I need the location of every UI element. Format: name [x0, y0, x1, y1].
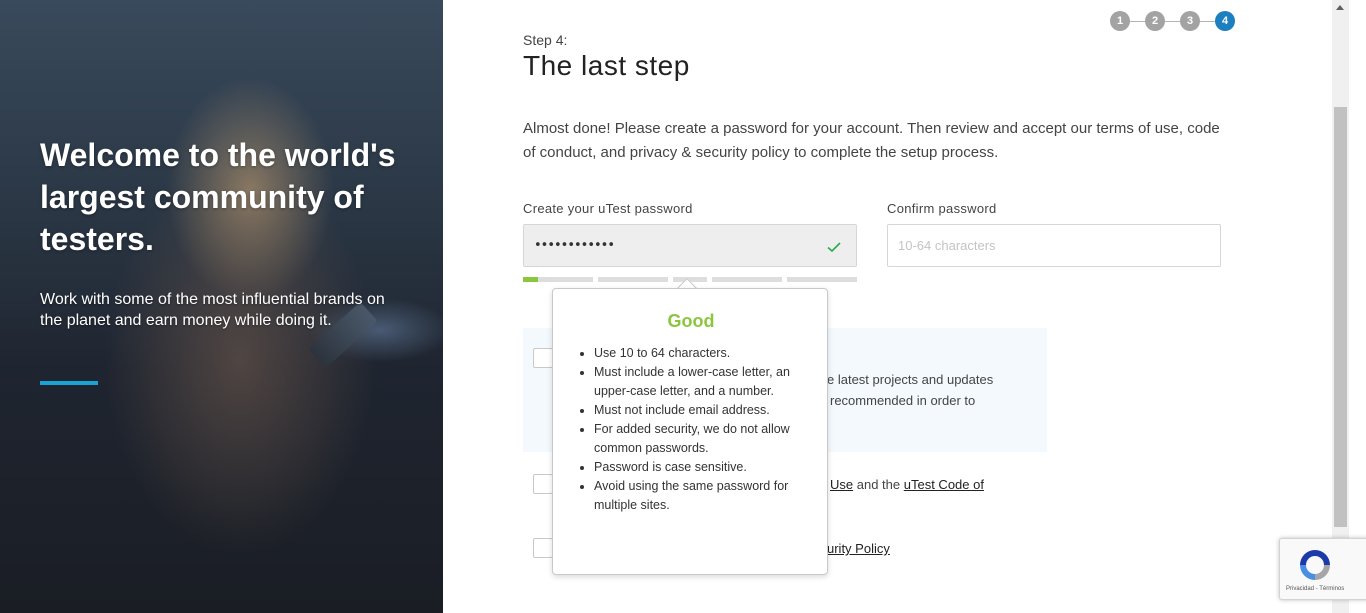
newsletter-text-line2: recommended in order to [830, 393, 976, 408]
step-3: 3 [1180, 11, 1200, 31]
terms-checkbox[interactable] [533, 474, 553, 494]
privacy-text: urity Policy [827, 538, 890, 559]
password-rule: For added security, we do not allow comm… [594, 420, 807, 458]
password-rule: Must not include email address. [594, 401, 807, 420]
newsletter-text-line1: e latest projects and updates [827, 372, 994, 387]
recaptcha-icon [1300, 550, 1330, 580]
step-2: 2 [1145, 11, 1165, 31]
recaptcha-badge[interactable]: Privacidad - Términos [1279, 538, 1366, 600]
strength-segment [598, 277, 668, 282]
hero-panel: Welcome to the world's largest community… [0, 0, 443, 613]
scroll-up-arrow-icon[interactable] [1336, 5, 1344, 10]
privacy-policy-link[interactable]: urity Policy [827, 541, 890, 556]
page-title: The last step [523, 50, 690, 81]
password-rule: Use 10 to 64 characters. [594, 344, 807, 363]
password-rule: Avoid using the same password for multip… [594, 477, 807, 515]
password-rules-tooltip: Good Use 10 to 64 characters. Must inclu… [552, 288, 828, 575]
password-label: Create your uTest password [523, 201, 693, 216]
confirm-password-input[interactable] [887, 224, 1221, 267]
strength-segment [712, 277, 782, 282]
page-scrollbar[interactable] [1332, 0, 1349, 613]
step-indicator: 1 2 3 4 [1110, 10, 1235, 32]
check-icon [827, 242, 841, 253]
hero-subtitle: Work with some of the most influential b… [40, 291, 385, 329]
newsletter-checkbox[interactable] [533, 348, 553, 368]
strength-segment [787, 277, 857, 282]
recaptcha-links[interactable]: Privacidad - Términos [1286, 586, 1344, 592]
hero-accent-bar [40, 381, 98, 385]
terms-text: Use and the uTest Code of [830, 474, 984, 495]
step-1: 1 [1110, 11, 1130, 31]
step-connector [1130, 20, 1145, 22]
step-connector [1165, 20, 1180, 22]
password-rule: Must include a lower-case letter, an upp… [594, 363, 807, 401]
intro-text: Almost done! Please create a password fo… [523, 120, 1220, 161]
password-rule: Password is case sensitive. [594, 458, 807, 477]
confirm-password-label: Confirm password [887, 201, 997, 216]
step-4-active: 4 [1215, 11, 1235, 31]
terms-of-use-link[interactable]: Use [830, 477, 853, 492]
password-input[interactable] [523, 224, 857, 267]
terms-and-text: and the [856, 477, 901, 492]
password-rules-list: Use 10 to 64 characters. Must include a … [594, 344, 807, 515]
code-of-conduct-link[interactable]: uTest Code of [904, 477, 984, 492]
password-strength-label: Good [667, 311, 715, 331]
step-connector [1200, 20, 1215, 22]
step-label: Step 4: [523, 32, 568, 48]
strength-segment-fill [523, 277, 538, 282]
strength-segment [523, 277, 593, 282]
hero-title: Welcome to the world's largest community… [40, 137, 396, 257]
scroll-thumb[interactable] [1334, 107, 1347, 527]
privacy-checkbox[interactable] [533, 538, 553, 558]
